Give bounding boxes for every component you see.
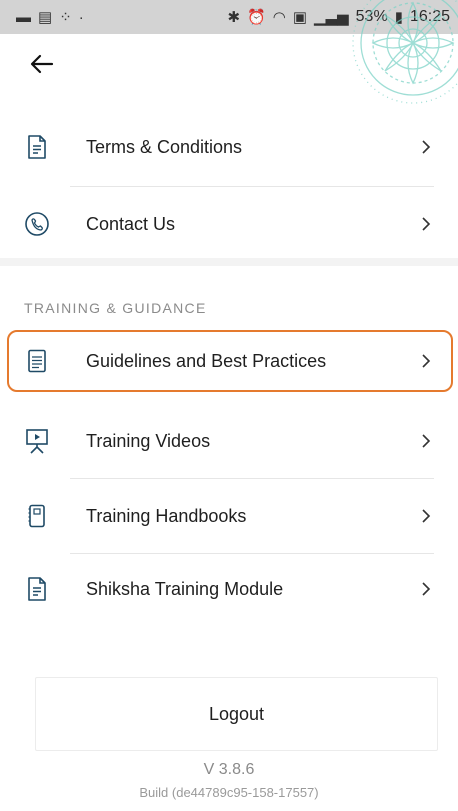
status-bar-left: ▬ ▤ ⁘ · xyxy=(16,10,84,25)
logout-label: Logout xyxy=(208,703,265,724)
chevron-right-icon xyxy=(422,434,431,448)
app-notification-icon: ▤ xyxy=(38,8,53,26)
chevron-right-icon xyxy=(422,217,431,231)
apps-notification-icon: ⁘ xyxy=(59,8,72,26)
menu-item-terms-conditions[interactable]: Terms & Conditions xyxy=(0,110,458,184)
checklist-icon xyxy=(24,348,50,374)
menu-item-label: Shiksha Training Module xyxy=(86,578,284,599)
back-button[interactable] xyxy=(24,46,60,82)
menu-item-label: Guidelines and Best Practices xyxy=(86,350,327,371)
arrow-left-icon xyxy=(30,54,54,74)
chevron-right-icon xyxy=(422,582,431,596)
menu-item-label: Contact Us xyxy=(86,213,176,234)
app-build: Build (de44789c95-158-17557) xyxy=(139,785,319,800)
menu-item-guidelines[interactable]: Guidelines and Best Practices xyxy=(0,330,458,392)
phone-contact-icon xyxy=(24,211,50,237)
status-bar-right: ✱ ⏰ ◠ ▣ ▁▃▅ 53% ▮ 16:25 xyxy=(228,8,451,26)
more-notifications-icon: · xyxy=(78,8,84,26)
handbook-icon xyxy=(24,503,50,529)
battery-percent: 53% xyxy=(355,8,388,25)
presentation-icon xyxy=(24,428,50,454)
message-notification-icon: ▬ xyxy=(16,8,31,26)
menu-item-shiksha-training-module[interactable]: Shiksha Training Module xyxy=(0,552,458,626)
clock: 16:25 xyxy=(409,8,450,25)
app-version: V 3.8.6 xyxy=(203,761,255,778)
menu-item-label: Training Videos xyxy=(86,430,211,451)
alarm-icon: ⏰ xyxy=(247,8,266,26)
menu-item-label: Training Handbooks xyxy=(86,505,247,526)
wifi-icon: ◠ xyxy=(272,8,286,26)
menu-item-label: Terms & Conditions xyxy=(86,136,243,157)
document-icon xyxy=(24,134,50,160)
signal-icon: ▁▃▅ xyxy=(314,8,349,26)
logout-button[interactable]: Logout xyxy=(35,677,438,751)
menu-item-training-videos[interactable]: Training Videos xyxy=(0,404,458,478)
document-icon xyxy=(24,576,50,602)
bluetooth-icon: ✱ xyxy=(227,8,241,26)
menu-item-contact-us[interactable]: Contact Us xyxy=(0,187,458,261)
chevron-right-icon xyxy=(422,140,431,154)
chevron-right-icon xyxy=(422,509,431,523)
battery-icon: ▮ xyxy=(394,8,403,26)
chevron-right-icon xyxy=(422,354,431,368)
menu-item-training-handbooks[interactable]: Training Handbooks xyxy=(0,479,458,553)
status-bar: ▬ ▤ ⁘ · ✱ ⏰ ◠ ▣ ▁▃▅ 53% ▮ 16:25 xyxy=(0,0,458,34)
section-header-training: TRAINING & GUIDANCE xyxy=(24,300,207,316)
section-separator xyxy=(0,258,458,266)
sim-icon: ▣ xyxy=(292,8,308,26)
